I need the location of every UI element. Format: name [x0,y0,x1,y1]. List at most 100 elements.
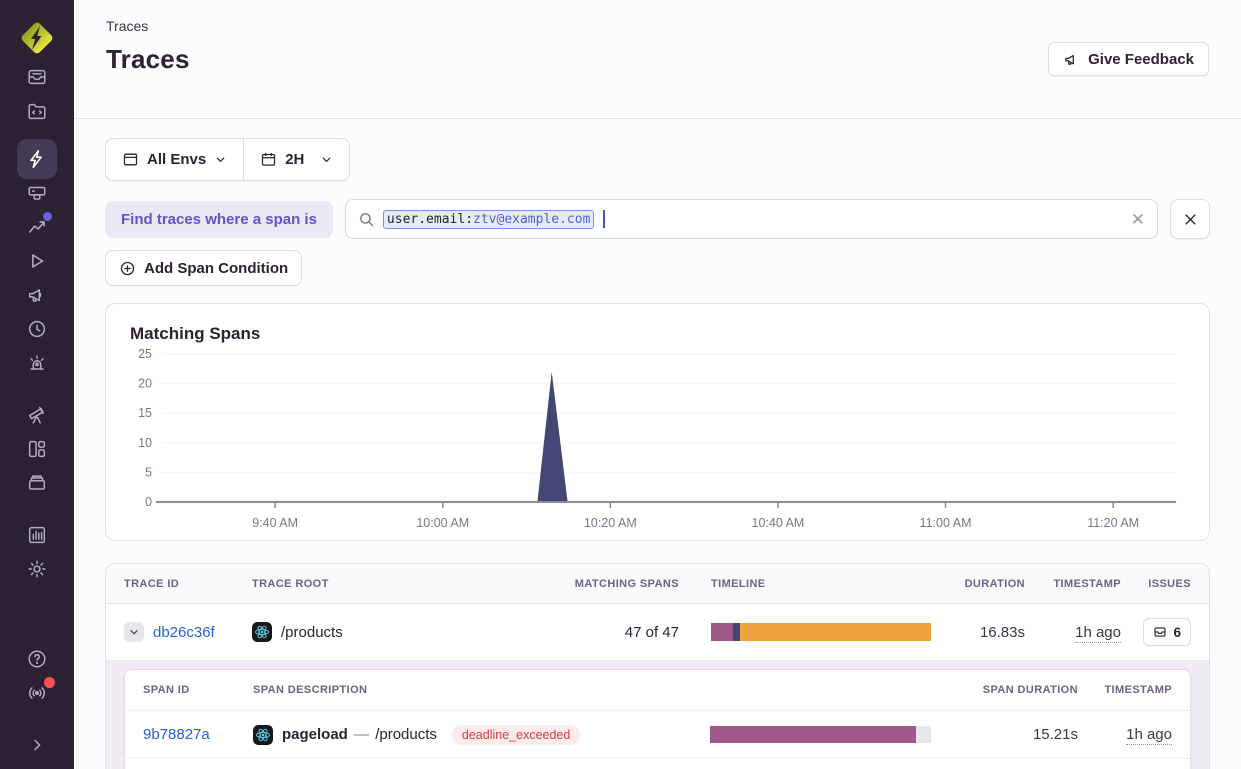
chevron-down-icon [128,626,140,638]
trace-issues-button[interactable]: 6 [1143,618,1191,646]
page-header: Traces Traces Give Feedback [74,0,1241,119]
svg-text:10: 10 [138,436,152,450]
svg-text:5: 5 [145,465,152,479]
add-span-condition-button[interactable]: Add Span Condition [105,250,302,286]
trace-table: TRACE ID TRACE ROOT MATCHING SPANS TIMEL… [105,563,1210,769]
span-row: b7a7e441 ex http.server — GET /organizat… [125,758,1190,769]
col-timestamp[interactable]: TIMESTAMP [1025,578,1121,590]
svg-text:11:20 AM: 11:20 AM [1087,516,1139,530]
sidebar-bottom [17,642,57,769]
span-timeline-bar [710,726,931,743]
sidebar-item-alerts[interactable] [17,346,57,380]
svg-text:11:00 AM: 11:00 AM [920,516,972,530]
sidebar-item-whats-new[interactable] [17,676,57,710]
react-icon [253,725,273,745]
clear-search-icon[interactable]: ✕ [1131,211,1145,228]
col-timeline[interactable]: TIMELINE [679,578,935,590]
sidebar-item-explore[interactable] [17,94,57,128]
sidebar-item-replays[interactable] [17,244,57,278]
col-trace-root[interactable]: TRACE ROOT [252,578,559,590]
page-title: Traces [106,44,190,75]
whats-new-notification-dot [44,677,55,688]
search-token[interactable]: user.email:ztv@example.com [383,210,595,229]
span-timestamp[interactable]: 1h ago [1126,726,1172,745]
app-logo[interactable] [16,16,58,60]
span-op: pageload [282,726,348,743]
col-issues[interactable]: ISSUES [1121,578,1191,590]
span-query-row: Find traces where a span is user.email:z… [105,199,1210,239]
trace-row: db26c36f /products 47 of 47 16.83s 1h ag… [106,604,1209,660]
collapse-trace-button[interactable] [124,622,144,642]
give-feedback-button[interactable]: Give Feedback [1048,42,1209,76]
megaphone-icon [1063,51,1080,68]
react-icon [252,622,272,642]
sidebar-item-settings[interactable] [17,552,57,586]
span-duration: 15.21s [932,726,1078,743]
search-icon [358,211,375,228]
chevron-down-icon [214,153,227,166]
expanded-trace-section: SPAN ID SPAN DESCRIPTION SPAN DURATION T… [106,660,1209,769]
sidebar-item-projects[interactable] [17,176,57,210]
environment-filter[interactable]: All Envs [106,139,243,180]
time-range-filter[interactable]: 2H [244,139,349,180]
svg-text:0: 0 [145,495,152,509]
sidebar-item-traces[interactable] [17,139,57,179]
span-description: /products [375,726,437,743]
dash-separator: — [354,726,369,743]
col-duration[interactable]: DURATION [935,578,1025,590]
col-matching-spans[interactable]: MATCHING SPANS [559,578,679,590]
span-condition-label: Find traces where a span is [105,201,333,238]
close-condition-button[interactable] [1170,199,1210,239]
breadcrumb[interactable]: Traces [106,18,1209,34]
filter-bar: All Envs 2H [105,138,1210,181]
span-status-badge: deadline_exceeded [452,725,580,745]
chevron-down-icon [320,153,333,166]
span-table-header: SPAN ID SPAN DESCRIPTION SPAN DURATION T… [125,670,1190,711]
sidebar-item-feedback[interactable] [17,278,57,312]
sidebar-item-stats[interactable] [17,518,57,552]
col-span-description[interactable]: SPAN DESCRIPTION [253,684,676,696]
sidebar-item-archive[interactable] [17,466,57,500]
col-span-duration[interactable]: SPAN DURATION [932,684,1078,696]
help-icon [26,648,48,670]
sidebar-collapse-toggle[interactable] [17,728,57,762]
svg-text:20: 20 [138,377,152,391]
svg-text:25: 25 [138,347,152,361]
span-search-input[interactable]: user.email:ztv@example.com ✕ [345,199,1158,239]
add-span-condition-label: Add Span Condition [144,260,288,277]
sidebar-item-releases[interactable] [17,312,57,346]
span-table: SPAN ID SPAN DESCRIPTION SPAN DURATION T… [124,669,1191,769]
sidebar-item-help[interactable] [17,642,57,676]
svg-text:15: 15 [138,406,152,420]
matching-spans-count: 47 of 47 [559,624,679,641]
trace-root-label[interactable]: /products [281,624,343,641]
issues-count: 6 [1173,625,1181,640]
layout-icon [26,438,48,460]
sidebar-item-issues[interactable] [17,60,57,94]
col-span-id[interactable]: SPAN ID [143,684,253,696]
give-feedback-label: Give Feedback [1088,51,1194,68]
calendar-icon [260,151,277,168]
history-clock-icon [26,318,48,340]
lightning-icon [26,148,48,170]
page-filter-group: All Envs 2H [105,138,350,181]
span-id-link[interactable]: 9b78827a [143,726,210,743]
sidebar [0,0,74,769]
trace-timestamp[interactable]: 1h ago [1075,624,1121,643]
close-icon [1183,212,1198,227]
telescope-icon [26,404,48,426]
trace-id-link[interactable]: db26c36f [153,624,215,641]
issues-icon [1153,625,1167,639]
issues-icon [26,66,48,88]
chevron-right-icon [28,736,46,754]
matching-spans-panel: Matching Spans 05101520259:40 AM10:00 AM… [105,303,1210,541]
col-span-timestamp[interactable]: TIMESTAMP [1078,684,1172,696]
siren-icon [26,352,48,374]
matching-spans-chart: 05101520259:40 AM10:00 AM10:20 AM10:40 A… [122,344,1190,536]
app-logo-icon [16,17,58,59]
sidebar-item-discover[interactable] [17,398,57,432]
sidebar-item-insights[interactable] [17,210,57,244]
sidebar-item-dashboards[interactable] [17,432,57,466]
token-key: user.email: [387,212,473,227]
col-trace-id[interactable]: TRACE ID [124,578,252,590]
